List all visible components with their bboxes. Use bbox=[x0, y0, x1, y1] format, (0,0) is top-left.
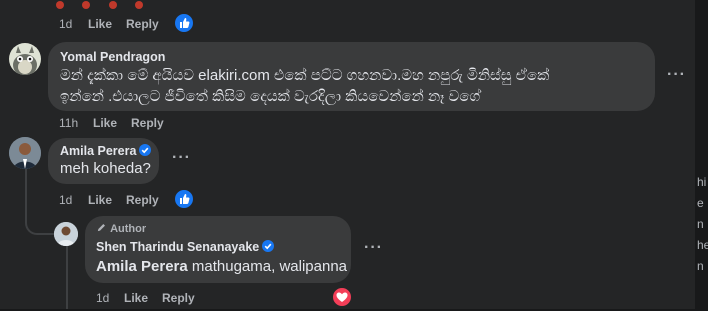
avatar-yomal[interactable] bbox=[9, 43, 41, 75]
mention-amila[interactable]: Amila Perera bbox=[96, 258, 188, 275]
more-options-amila-button[interactable]: ··· bbox=[172, 149, 191, 167]
like-button-shen[interactable]: Like bbox=[124, 291, 148, 305]
pen-icon bbox=[97, 224, 105, 232]
comment-text-shen: Amila Perera mathugama, walipanna bbox=[96, 256, 347, 277]
love-reaction-icon[interactable] bbox=[331, 286, 353, 308]
like-reaction-amila-icon[interactable] bbox=[173, 188, 195, 210]
verified-badge-icon bbox=[262, 240, 275, 252]
comment-bubble-yomal: Yomal Pendragon මන් දැක්කා මේ අයියව elak… bbox=[48, 42, 655, 111]
comment-text-yomal-line1: මන් දැක්කා මේ අයියව elakiri.com එකේ පට්ට… bbox=[60, 67, 550, 84]
strip-text-3: n bbox=[697, 217, 704, 231]
like-reaction-icon[interactable] bbox=[173, 12, 195, 34]
comment-author-shen[interactable]: Shen Tharindu Senanayake bbox=[96, 240, 259, 254]
strip-text-5: n bbox=[697, 259, 704, 273]
avatar-shen[interactable] bbox=[54, 222, 78, 246]
strip-text-4: he bbox=[697, 238, 708, 252]
comment-author-amila[interactable]: Amila Perera bbox=[60, 144, 136, 158]
reply-button-amila[interactable]: Reply bbox=[126, 193, 159, 207]
avatar-amila[interactable] bbox=[9, 137, 41, 169]
strip-text-1: hi bbox=[697, 175, 707, 189]
comment-text-yomal-line2: ඉන්නේ .එයාලට ජීවිතේ කිසිම දෙයක් වැරදිලා … bbox=[60, 88, 481, 105]
comment-time-shen[interactable]: 1d bbox=[96, 291, 109, 305]
comment-bubble-amila: Amila Perera meh koheda? bbox=[48, 138, 159, 184]
author-badge-label: Author bbox=[110, 223, 147, 235]
comment-time-amila[interactable]: 1d bbox=[59, 193, 72, 207]
top-comment-time[interactable]: 1d bbox=[59, 17, 72, 31]
like-button-amila[interactable]: Like bbox=[88, 193, 112, 207]
comment-author-yomal[interactable]: Yomal Pendragon bbox=[60, 50, 165, 64]
like-button-yomal[interactable]: Like bbox=[93, 116, 117, 130]
top-comment-reply-button[interactable]: Reply bbox=[126, 17, 159, 31]
thread-line-shen bbox=[66, 245, 68, 309]
comment-bubble-shen: Author Shen Tharindu Senanayake Amila Pe… bbox=[85, 216, 351, 283]
top-comment-like-button[interactable]: Like bbox=[88, 17, 112, 31]
comment-author-shen-wrap: Shen Tharindu Senanayake bbox=[96, 240, 275, 254]
comment-text-amila: meh koheda? bbox=[60, 160, 151, 177]
more-options-shen-button[interactable]: ··· bbox=[364, 239, 383, 257]
comments-panel: 1d Like Reply Yomal Pendragon මන් දැක්කා… bbox=[0, 0, 695, 309]
background-page-strip: hi e n he n bbox=[695, 0, 708, 309]
comment-text-shen-body: mathugama, walipanna bbox=[187, 258, 347, 275]
more-options-yomal-button[interactable]: ··· bbox=[667, 66, 686, 84]
comment-time-yomal[interactable]: 11h bbox=[59, 116, 78, 130]
author-badge: Author bbox=[96, 222, 146, 235]
reply-button-shen[interactable]: Reply bbox=[162, 291, 195, 305]
reply-button-yomal[interactable]: Reply bbox=[131, 116, 164, 130]
verified-badge-icon bbox=[139, 144, 152, 156]
strip-text-2: e bbox=[697, 196, 704, 210]
top-comment-reactions-partial bbox=[56, 0, 144, 14]
thread-connector-shen bbox=[25, 200, 57, 235]
comment-author-amila-wrap: Amila Perera bbox=[60, 144, 152, 158]
